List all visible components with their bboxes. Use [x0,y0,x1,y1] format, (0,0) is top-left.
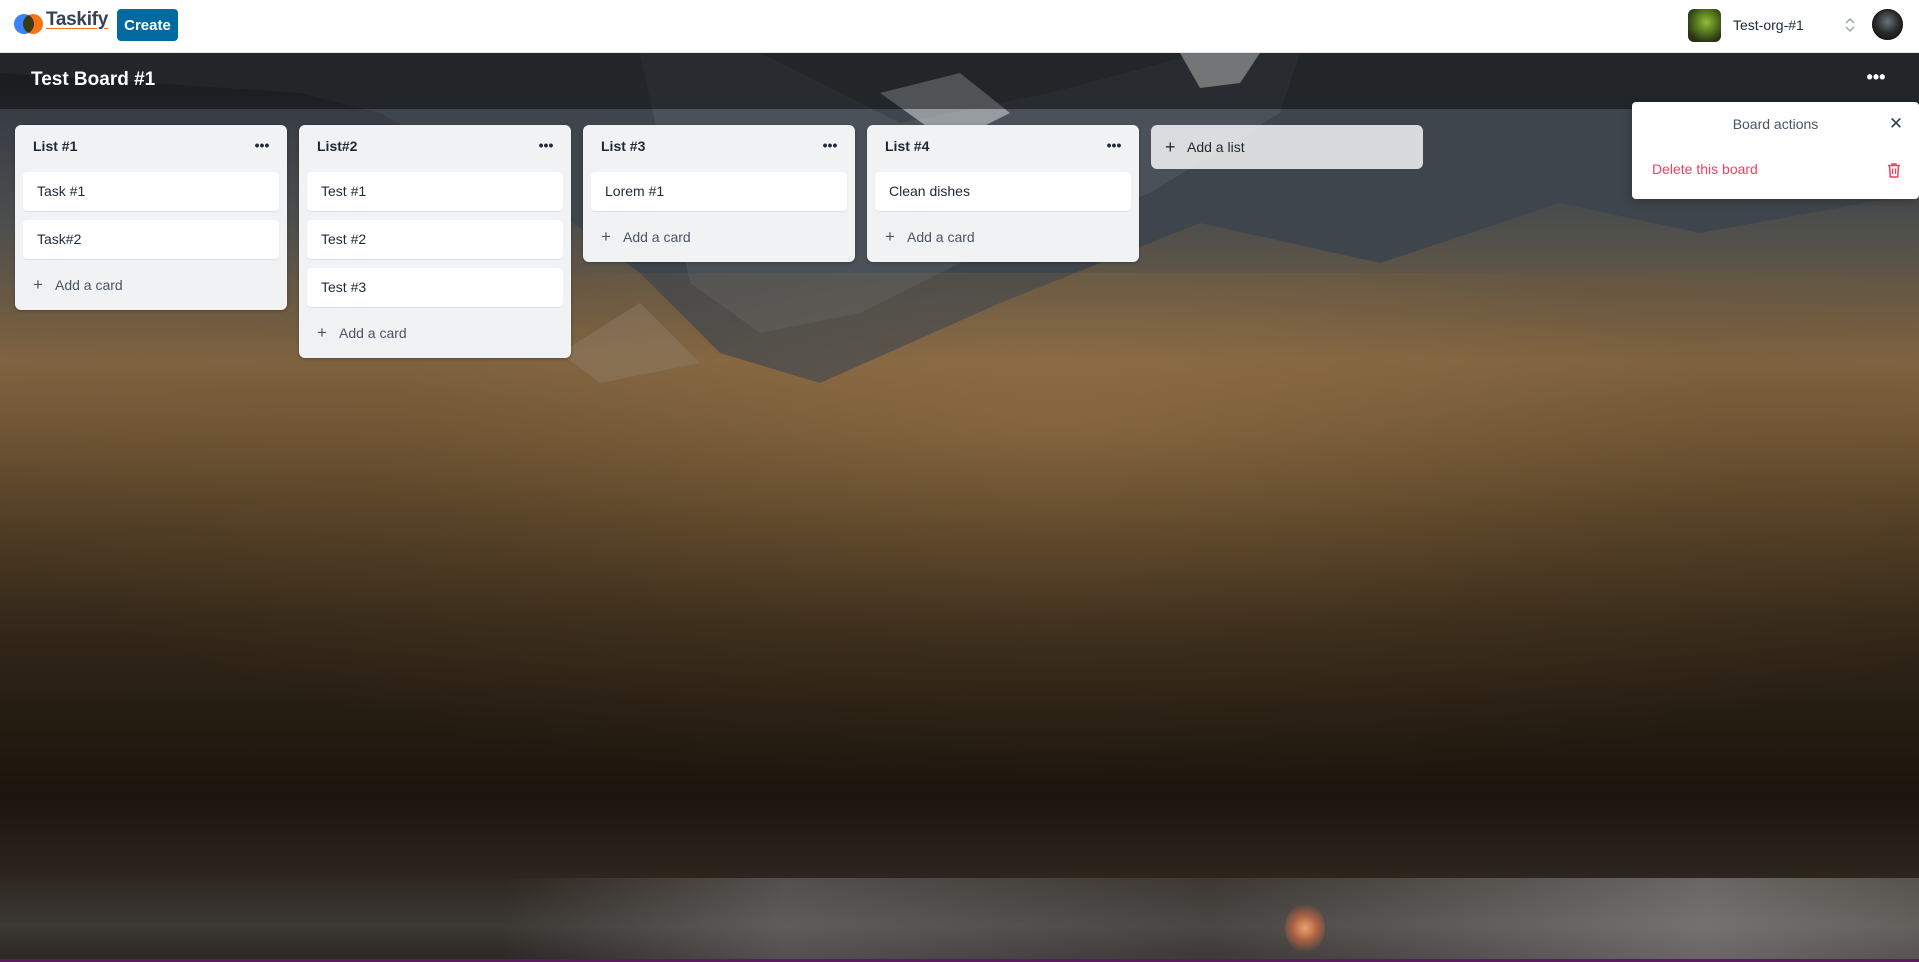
add-card-button[interactable]: + Add a card [23,268,279,304]
add-card-label: Add a card [55,277,123,293]
list-column: List #1 ••• Task #1 Task#2 + Add a card [15,125,287,310]
task-card[interactable]: Test #1 [307,172,563,211]
task-card[interactable]: Test #2 [307,220,563,259]
popover-title: Board actions [1732,116,1819,132]
add-card-button[interactable]: + Add a card [591,220,847,256]
list-title[interactable]: List #1 [33,138,77,154]
logo-text: Taskify [46,9,108,30]
list-more-icon[interactable]: ••• [819,135,841,157]
task-card[interactable]: Test #3 [307,268,563,307]
trash-icon [1888,163,1900,178]
list-header: List #3 ••• [583,125,855,169]
board-title-bar: Test Board #1 ••• [0,53,1919,109]
org-switcher[interactable]: Test-org-#1 [1688,8,1857,42]
plus-icon: + [1165,137,1176,157]
add-list-label: Add a list [1187,139,1245,155]
water-reflection [500,878,1919,962]
plus-icon: + [885,227,895,246]
add-card-label: Add a card [623,229,691,245]
list-column: List#2 ••• Test #1 Test #2 Test #3 + Add… [299,125,571,358]
list-column: List #3 ••• Lorem #1 + Add a card [583,125,855,262]
delete-board-label: Delete this board [1652,161,1758,177]
board-more-icon[interactable]: ••• [1863,67,1889,93]
user-avatar[interactable] [1872,9,1903,40]
list-more-icon[interactable]: ••• [251,135,273,157]
logo[interactable]: Taskify [14,8,108,40]
list-title[interactable]: List#2 [317,138,357,154]
plus-icon: + [317,323,327,342]
task-card[interactable]: Task#2 [23,220,279,259]
org-avatar [1688,8,1721,42]
add-card-label: Add a card [339,325,407,341]
chevron-updown-icon [1843,17,1857,34]
list-header: List #1 ••• [15,125,287,169]
plus-icon: + [601,227,611,246]
list-title[interactable]: List #3 [601,138,645,154]
add-list-button[interactable]: + Add a list [1151,125,1423,169]
plus-icon: + [33,275,43,294]
logo-icon [14,12,44,36]
board-title[interactable]: Test Board #1 [31,69,155,91]
task-card[interactable]: Lorem #1 [591,172,847,211]
delete-board-button[interactable]: Delete this board [1640,154,1911,186]
sunlit-reflection [1285,903,1325,953]
close-icon[interactable]: ✕ [1887,115,1905,133]
task-card[interactable]: Task #1 [23,172,279,211]
grass-field [0,273,1919,773]
list-more-icon[interactable]: ••• [1103,135,1125,157]
board-actions-popover: Board actions ✕ Delete this board [1632,102,1919,199]
create-button[interactable]: Create [117,9,178,41]
top-navbar: Taskify Create Test-org-#1 [0,0,1919,53]
add-card-label: Add a card [907,229,975,245]
org-name: Test-org-#1 [1733,17,1804,33]
list-more-icon[interactable]: ••• [535,135,557,157]
list-header: List#2 ••• [299,125,571,169]
task-card[interactable]: Clean dishes [875,172,1131,211]
add-card-button[interactable]: + Add a card [307,316,563,352]
list-header: List #4 ••• [867,125,1139,169]
list-title[interactable]: List #4 [885,138,929,154]
add-card-button[interactable]: + Add a card [875,220,1131,256]
list-column: List #4 ••• Clean dishes + Add a card [867,125,1139,262]
